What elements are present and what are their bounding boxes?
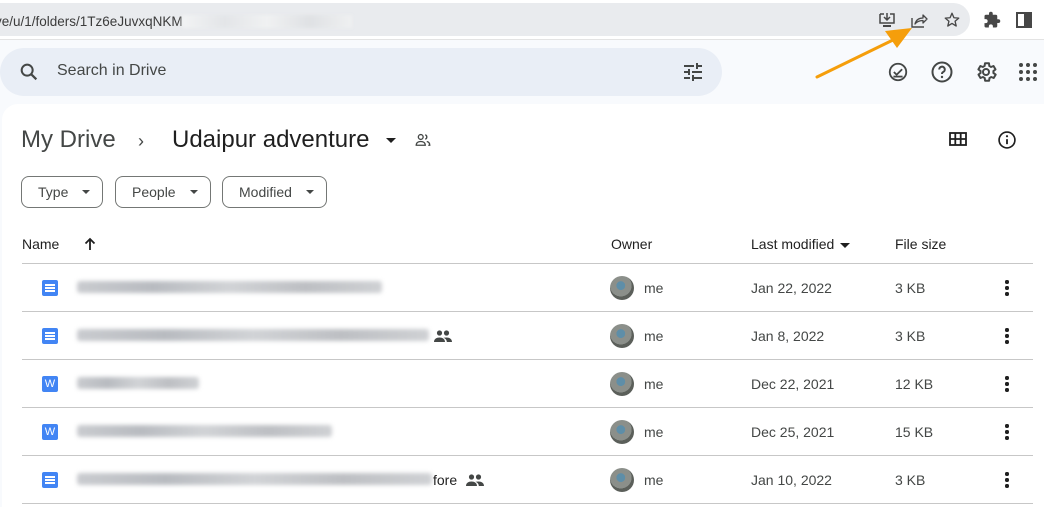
breadcrumb-separator: › bbox=[138, 131, 144, 151]
more-actions-icon[interactable] bbox=[997, 277, 1017, 299]
filter-people-chip[interactable]: People bbox=[115, 176, 211, 208]
owner-avatar bbox=[610, 276, 634, 300]
owner-name: me bbox=[644, 280, 664, 296]
breadcrumb-my-drive[interactable]: My Drive bbox=[21, 126, 116, 154]
file-size: 3 KB bbox=[895, 472, 926, 488]
file-size: 3 KB bbox=[895, 280, 926, 296]
settings-icon[interactable] bbox=[974, 60, 998, 84]
grid-view-icon[interactable] bbox=[948, 130, 968, 153]
chevron-down-icon bbox=[305, 190, 314, 194]
more-actions-icon[interactable] bbox=[997, 421, 1017, 443]
more-actions-icon[interactable] bbox=[997, 373, 1017, 395]
table-row[interactable]: W me Dec 25, 2021 15 KB bbox=[22, 408, 1033, 456]
details-info-icon[interactable] bbox=[997, 130, 1017, 155]
more-actions-icon[interactable] bbox=[997, 469, 1017, 491]
google-doc-icon bbox=[42, 472, 58, 488]
file-name-redacted[interactable] bbox=[77, 329, 429, 341]
word-document-icon: W bbox=[42, 376, 58, 392]
column-header-name[interactable]: Name bbox=[22, 236, 59, 252]
url-redacted bbox=[182, 15, 352, 28]
filter-modified-label: Modified bbox=[239, 184, 292, 200]
file-size: 15 KB bbox=[895, 424, 934, 440]
side-panel-icon[interactable] bbox=[1014, 10, 1034, 30]
table-row[interactable]: me Jan 22, 2022 3 KB bbox=[22, 264, 1033, 312]
owner-name: me bbox=[644, 472, 664, 488]
filter-people-label: People bbox=[132, 184, 176, 200]
table-row[interactable]: fore me Jan 10, 2022 3 KB bbox=[22, 456, 1033, 504]
word-document-icon: W bbox=[42, 424, 58, 440]
file-name-redacted[interactable] bbox=[77, 425, 332, 437]
google-doc-icon bbox=[42, 280, 58, 296]
file-name-redacted[interactable] bbox=[77, 473, 432, 485]
shared-people-icon bbox=[434, 330, 452, 348]
last-modified-date: Jan 8, 2022 bbox=[751, 328, 825, 344]
search-bar[interactable] bbox=[0, 48, 722, 96]
breadcrumb-current-folder[interactable]: Udaipur adventure bbox=[172, 126, 397, 154]
offline-ready-icon[interactable] bbox=[886, 60, 910, 84]
address-bar[interactable]: drive/u/1/folders/1Tz6eJuvxqNKM bbox=[0, 3, 970, 36]
apps-grid-icon[interactable] bbox=[1016, 60, 1040, 84]
share-icon[interactable] bbox=[909, 10, 929, 30]
sort-descending-caret-icon bbox=[840, 242, 851, 248]
owner-avatar bbox=[610, 372, 634, 396]
column-header-last-modified[interactable]: Last modified bbox=[751, 236, 851, 252]
filter-type-label: Type bbox=[38, 184, 69, 200]
owner-name: me bbox=[644, 424, 664, 440]
column-header-file-size: File size bbox=[895, 236, 947, 252]
extensions-icon[interactable] bbox=[982, 10, 1002, 30]
owner-name: me bbox=[644, 376, 664, 392]
url-text[interactable]: drive/u/1/folders/1Tz6eJuvxqNKM bbox=[0, 14, 183, 29]
help-icon[interactable] bbox=[930, 60, 954, 84]
folder-menu-caret-icon[interactable] bbox=[386, 138, 397, 144]
owner-avatar bbox=[610, 324, 634, 348]
file-size: 12 KB bbox=[895, 376, 934, 392]
file-name-visible-part[interactable]: fore bbox=[433, 472, 457, 488]
search-icon[interactable] bbox=[18, 61, 40, 88]
folder-title: Udaipur adventure bbox=[172, 126, 370, 153]
owner-avatar bbox=[610, 468, 634, 492]
filter-type-chip[interactable]: Type bbox=[21, 176, 104, 208]
search-options-icon[interactable] bbox=[681, 60, 705, 89]
table-row[interactable]: W me Dec 22, 2021 12 KB bbox=[22, 360, 1033, 408]
row-divider bbox=[22, 503, 1033, 504]
shared-folder-icon bbox=[414, 131, 432, 154]
last-modified-date: Dec 25, 2021 bbox=[751, 424, 835, 440]
search-input[interactable] bbox=[57, 62, 657, 80]
install-app-icon[interactable] bbox=[877, 10, 897, 30]
owner-name: me bbox=[644, 328, 664, 344]
last-modified-date: Jan 22, 2022 bbox=[751, 280, 832, 296]
file-name-redacted[interactable] bbox=[77, 377, 199, 389]
shared-people-icon bbox=[466, 474, 484, 492]
last-modified-date: Dec 22, 2021 bbox=[751, 376, 835, 392]
last-modified-label: Last modified bbox=[751, 236, 835, 252]
bookmark-star-icon[interactable] bbox=[942, 10, 962, 30]
last-modified-date: Jan 10, 2022 bbox=[751, 472, 832, 488]
filter-modified-chip[interactable]: Modified bbox=[222, 176, 327, 208]
file-name-redacted[interactable] bbox=[77, 281, 382, 293]
more-actions-icon[interactable] bbox=[997, 325, 1017, 347]
file-size: 3 KB bbox=[895, 328, 926, 344]
column-header-owner: Owner bbox=[611, 236, 653, 252]
google-doc-icon bbox=[42, 328, 58, 344]
browser-toolbar: drive/u/1/folders/1Tz6eJuvxqNKM bbox=[0, 0, 1044, 40]
sort-ascending-arrow-icon[interactable] bbox=[82, 236, 98, 257]
table-row[interactable]: me Jan 8, 2022 3 KB bbox=[22, 312, 1033, 360]
chevron-down-icon bbox=[82, 190, 91, 194]
owner-avatar bbox=[610, 420, 634, 444]
chevron-down-icon bbox=[189, 190, 198, 194]
